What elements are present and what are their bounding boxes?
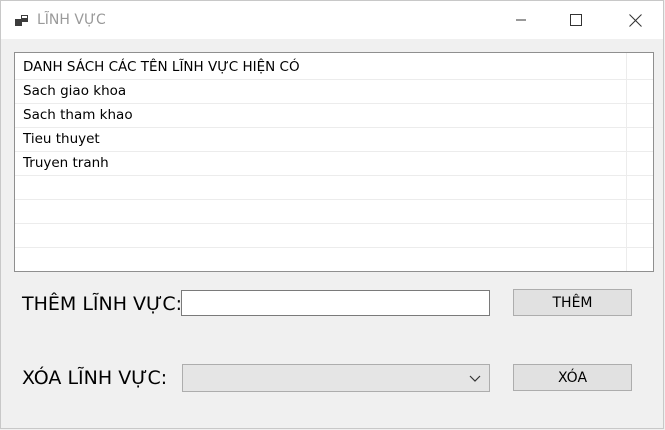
list-item-label: Sach giao khoa bbox=[23, 83, 127, 99]
list-item-label: Truyen tranh bbox=[23, 155, 109, 171]
title-bar: LĨNH VỰC bbox=[1, 1, 663, 39]
list-item-label: Tieu thuyet bbox=[23, 131, 100, 147]
empty-row bbox=[15, 176, 653, 200]
minimize-icon bbox=[516, 19, 526, 21]
main-window: LĨNH VỰC DANH SÁCH CÁC TÊN LĨNH VỰC HIỆN… bbox=[0, 0, 664, 429]
empty-row bbox=[15, 248, 653, 271]
list-header: DANH SÁCH CÁC TÊN LĨNH VỰC HIỆN CÓ bbox=[23, 59, 300, 75]
close-button[interactable] bbox=[612, 1, 658, 39]
remove-field-label: XÓA LĨNH VỰC: bbox=[22, 367, 168, 389]
list-item[interactable]: Sach giao khoa bbox=[15, 80, 653, 104]
app-icon bbox=[15, 15, 28, 26]
list-item[interactable]: Tieu thuyet bbox=[15, 128, 653, 152]
field-list[interactable]: DANH SÁCH CÁC TÊN LĨNH VỰC HIỆN CÓ Sach … bbox=[14, 52, 654, 272]
close-icon bbox=[628, 13, 642, 27]
empty-row bbox=[15, 200, 653, 224]
add-field-label: THÊM LĨNH VỰC: bbox=[22, 293, 183, 315]
list-item[interactable]: Sach tham khao bbox=[15, 104, 653, 128]
maximize-button[interactable] bbox=[553, 1, 599, 39]
maximize-icon bbox=[570, 14, 582, 26]
minimize-button[interactable] bbox=[498, 1, 544, 39]
list-item[interactable]: Truyen tranh bbox=[15, 152, 653, 176]
add-button[interactable]: THÊM bbox=[513, 289, 632, 316]
remove-button[interactable]: XÓA bbox=[513, 364, 632, 391]
add-field-input[interactable] bbox=[181, 290, 490, 316]
remove-field-dropdown[interactable] bbox=[182, 364, 490, 392]
empty-row bbox=[15, 224, 653, 248]
list-header-row: DANH SÁCH CÁC TÊN LĨNH VỰC HIỆN CÓ bbox=[15, 56, 653, 80]
chevron-down-icon bbox=[469, 375, 481, 382]
window-title: LĨNH VỰC bbox=[37, 12, 106, 28]
column-separator bbox=[626, 53, 627, 271]
list-item-label: Sach tham khao bbox=[23, 107, 133, 123]
